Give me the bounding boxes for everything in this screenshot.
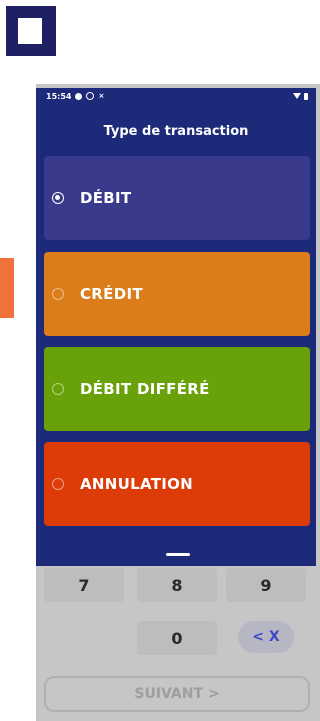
side-accent-tab [0, 258, 14, 318]
key-8[interactable]: 8 [137, 568, 217, 602]
next-button[interactable]: SUIVANT > [44, 676, 310, 712]
option-label: DÉBIT [80, 189, 132, 207]
option-label: ANNULATION [80, 475, 194, 493]
key-9[interactable]: 9 [226, 568, 306, 602]
nfc-icon: × [98, 92, 105, 100]
status-bar: 15:54 × [36, 88, 316, 104]
radio-unselected-icon[interactable] [52, 478, 64, 490]
radio-unselected-icon[interactable] [52, 383, 64, 395]
radio-selected-icon[interactable] [52, 192, 64, 204]
transaction-type-dialog: Type de transaction DÉBIT CRÉDIT DÉBIT D… [36, 104, 316, 566]
option-cancellation[interactable]: ANNULATION [44, 442, 310, 526]
key-7[interactable]: 7 [44, 568, 124, 602]
key-0[interactable]: 0 [137, 621, 217, 655]
home-indicator[interactable] [166, 553, 190, 556]
option-deferred-debit[interactable]: DÉBIT DIFFÉRÉ [44, 347, 310, 431]
backspace-button[interactable]: < X [238, 621, 294, 653]
option-label: CRÉDIT [80, 285, 143, 303]
option-label: DÉBIT DIFFÉRÉ [80, 380, 210, 398]
notification-dot-icon [75, 92, 83, 100]
option-credit[interactable]: CRÉDIT [44, 252, 310, 336]
option-debit[interactable]: DÉBIT [44, 156, 310, 240]
check-circle-icon [86, 92, 95, 100]
battery-icon [304, 92, 308, 100]
radio-unselected-icon[interactable] [52, 288, 64, 300]
keypad-row-1: 7 8 9 [44, 568, 310, 602]
logo-mark [18, 18, 42, 44]
status-time: 15:54 [46, 91, 72, 101]
wifi-icon [293, 93, 301, 99]
brand-logo [6, 6, 56, 56]
dialog-title: Type de transaction [103, 124, 249, 139]
